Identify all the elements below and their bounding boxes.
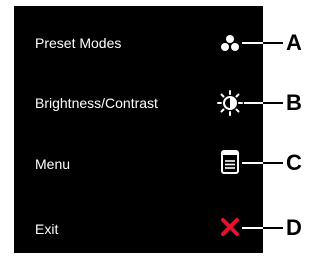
menu-item-label-menu: Menu <box>35 156 71 172</box>
menu-item-label-preset-modes: Preset Modes <box>35 35 122 51</box>
menu-item-label-exit: Exit <box>35 221 59 237</box>
callout-d: D <box>286 215 302 240</box>
leader-line-a <box>263 42 283 44</box>
leader-line-b-inner <box>244 102 263 104</box>
menu-item-label-brightness-contrast: Brightness/Contrast <box>35 95 158 111</box>
diagram-canvas: Preset Modes Brightness/Contrast Menu Ex… <box>0 0 321 257</box>
callout-a: A <box>286 30 302 55</box>
leader-line-a-inner <box>242 42 263 44</box>
leader-line-d <box>263 227 283 229</box>
leader-line-d-inner <box>242 227 263 229</box>
leader-line-c-inner <box>242 162 263 164</box>
leader-line-c <box>263 162 283 164</box>
leader-line-b <box>263 102 283 104</box>
osd-menu-panel: Preset Modes Brightness/Contrast Menu Ex… <box>14 6 263 253</box>
exit-icon[interactable] <box>220 217 240 237</box>
callout-c: C <box>286 150 302 175</box>
preset-modes-icon[interactable] <box>220 34 240 52</box>
menu-icon[interactable] <box>221 150 239 174</box>
callout-b: B <box>286 90 302 115</box>
brightness-icon[interactable] <box>217 90 243 116</box>
